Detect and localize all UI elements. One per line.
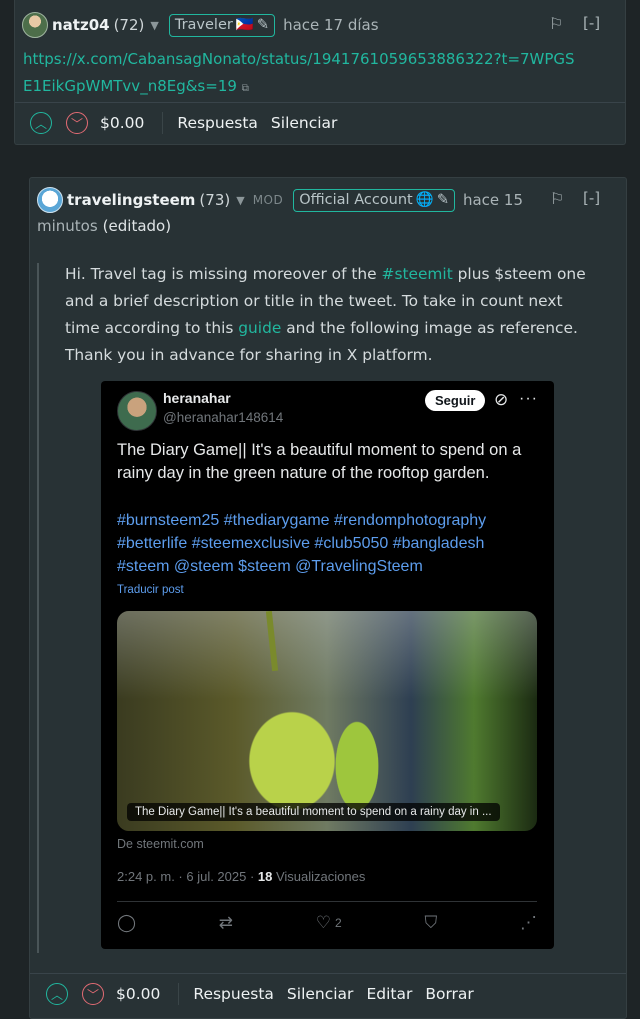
badge-label: Official Account xyxy=(299,191,413,208)
translate-link[interactable]: Traducir post xyxy=(117,584,184,596)
globe-icon: 🌐 xyxy=(415,191,434,208)
comment-header: natz04 (72) ▼ Traveler 🇵🇭 ✎ hace 17 días xyxy=(22,12,379,38)
avatar[interactable] xyxy=(22,12,48,38)
mod-label: MOD xyxy=(252,193,284,207)
external-link-icon: ⧉ xyxy=(241,83,249,94)
views-count: 18 xyxy=(257,869,273,884)
retweet-icon[interactable]: ⇄ xyxy=(219,913,233,933)
pencil-icon[interactable]: ✎ xyxy=(437,190,449,211)
reply-icon[interactable]: ◯ xyxy=(117,913,136,933)
like-count: 2 xyxy=(335,916,342,930)
comment-actions: ︿ ﹀ $0.00 Respuesta Silenciar xyxy=(30,112,350,134)
bookmark-icon[interactable]: ⛉ xyxy=(424,913,437,933)
upvote-button[interactable]: ︿ xyxy=(46,983,68,1005)
flag-icon[interactable]: ⚐ xyxy=(550,189,564,208)
divider xyxy=(162,112,164,134)
tweet-action-bar: ◯ ⇄ ♡ 2 ⛉ ⋰ xyxy=(117,913,537,933)
chevron-down-icon[interactable]: ▼ xyxy=(150,19,158,32)
upvote-button[interactable]: ︿ xyxy=(30,112,52,134)
tweet-link-line: https://x.com/CabansagNonato/status/1941… xyxy=(23,46,583,102)
avatar[interactable] xyxy=(117,391,157,431)
tweet-link[interactable]: https://x.com/CabansagNonato/status/1941… xyxy=(23,50,575,95)
timestamp-continued: minutos (editado) xyxy=(37,217,171,235)
image-caption: The Diary Game|| It's a beautiful moment… xyxy=(127,803,500,821)
tweet-timestamp[interactable]: 2:24 p. m. · 6 jul. 2025 · xyxy=(117,869,258,884)
downvote-button[interactable]: ﹀ xyxy=(66,112,88,134)
tweet-image[interactable]: The Diary Game|| It's a beautiful moment… xyxy=(117,611,537,831)
username[interactable]: natz04 xyxy=(52,16,110,34)
payout-value[interactable]: $0.00 xyxy=(116,985,160,1003)
x-logo-icon[interactable]: ⊘ xyxy=(494,390,508,410)
divider xyxy=(178,983,180,1005)
avatar[interactable] xyxy=(37,187,63,213)
chevron-down-icon[interactable]: ▼ xyxy=(236,194,244,207)
collapse-button[interactable]: [-] xyxy=(583,14,600,32)
views-label: Visualizaciones xyxy=(272,869,366,884)
user-badge: Official Account 🌐 ✎ xyxy=(293,188,455,212)
tweet-date: 2:24 p. m. · 6 jul. 2025 · 18 Visualizac… xyxy=(117,869,365,884)
follow-button[interactable]: Seguir xyxy=(425,390,486,411)
comment-body: Hi. Travel tag is missing moreover of th… xyxy=(65,261,595,369)
tweet-text: The Diary Game|| It's a beautiful moment… xyxy=(117,441,522,482)
collapse-button[interactable]: [-] xyxy=(583,189,600,207)
user-badge: Traveler 🇵🇭 ✎ xyxy=(168,13,276,37)
tweet-author-handle[interactable]: @heranahar148614 xyxy=(163,410,283,425)
flag-emoji: 🇵🇭 xyxy=(235,16,254,33)
downvote-button[interactable]: ﹀ xyxy=(82,983,104,1005)
steemit-tag-link[interactable]: #steemit xyxy=(382,265,453,283)
comment-card-travelingsteem: travelingsteem (73) ▼ MOD Official Accou… xyxy=(29,177,627,1019)
divider xyxy=(117,901,537,902)
timestamp[interactable]: hace 15 xyxy=(463,191,523,209)
delete-button[interactable]: Borrar xyxy=(425,985,473,1003)
thread-line xyxy=(37,263,39,953)
badge-label: Traveler xyxy=(174,16,233,33)
edited-label: (editado) xyxy=(102,217,172,235)
flag-icon[interactable]: ⚐ xyxy=(549,14,563,33)
tweet-hashtags[interactable]: #burnsteem25 #thediarygame #rendomphotog… xyxy=(117,509,537,578)
guide-link[interactable]: guide xyxy=(238,319,281,337)
reputation: (72) xyxy=(113,16,145,34)
timestamp-unit[interactable]: minutos xyxy=(37,217,98,235)
mute-button[interactable]: Silenciar xyxy=(287,985,354,1003)
tweet-author-name[interactable]: heranahar xyxy=(163,390,231,406)
username[interactable]: travelingsteem xyxy=(67,191,195,209)
timestamp[interactable]: hace 17 días xyxy=(283,16,379,34)
divider xyxy=(30,973,626,974)
link-source[interactable]: De steemit.com xyxy=(117,837,204,851)
comment-actions: ︿ ﹀ $0.00 Respuesta Silenciar Editar Bor… xyxy=(46,983,487,1005)
reply-button[interactable]: Respuesta xyxy=(177,114,258,132)
more-icon[interactable]: ··· xyxy=(519,390,538,408)
mute-button[interactable]: Silenciar xyxy=(271,114,338,132)
reply-button[interactable]: Respuesta xyxy=(193,985,274,1003)
like-icon[interactable]: ♡ 2 xyxy=(316,913,342,933)
share-icon[interactable]: ⋰ xyxy=(520,913,537,933)
reputation: (73) xyxy=(199,191,231,209)
comment-card-natz04: natz04 (72) ▼ Traveler 🇵🇭 ✎ hace 17 días… xyxy=(14,0,626,145)
divider xyxy=(15,102,625,103)
body-text: Hi. Travel tag is missing moreover of th… xyxy=(65,265,382,283)
comment-header: travelingsteem (73) ▼ MOD Official Accou… xyxy=(37,187,523,213)
edit-button[interactable]: Editar xyxy=(366,985,412,1003)
pencil-icon[interactable]: ✎ xyxy=(257,15,269,36)
embedded-tweet[interactable]: heranahar @heranahar148614 Seguir ⊘ ··· … xyxy=(101,381,554,949)
payout-value[interactable]: $0.00 xyxy=(100,114,144,132)
